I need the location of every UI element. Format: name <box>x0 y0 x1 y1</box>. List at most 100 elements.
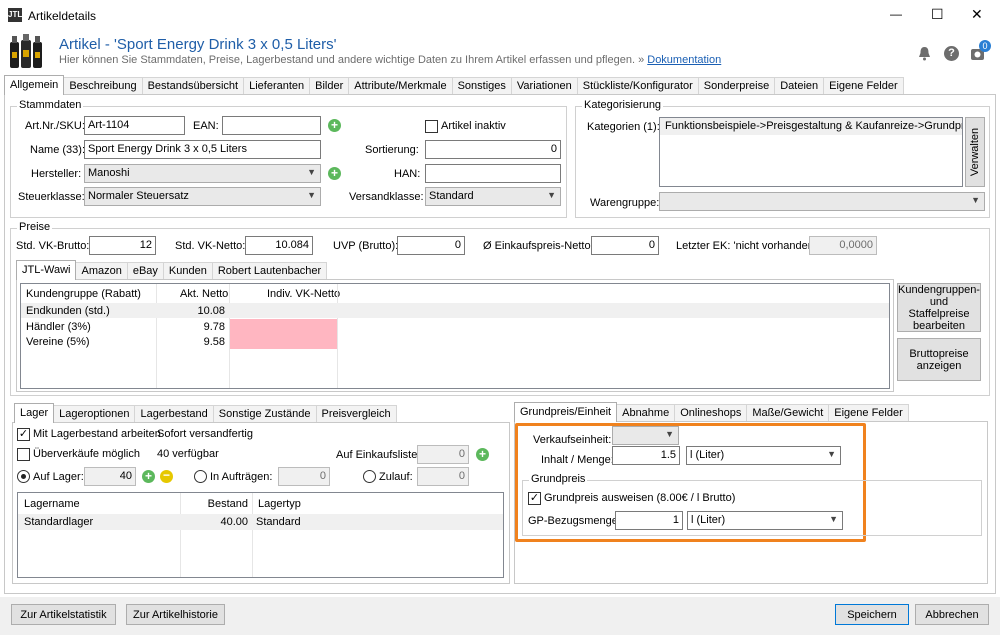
sku-input[interactable]: Art-1104 <box>84 116 185 135</box>
tab-onlineshops[interactable]: Onlineshops <box>674 404 748 422</box>
tab-abnahme[interactable]: Abnahme <box>616 404 676 422</box>
sort-input[interactable]: 0 <box>425 140 561 159</box>
tab-beschreibung[interactable]: Beschreibung <box>63 77 143 95</box>
tab-variationen[interactable]: Variationen <box>510 77 578 95</box>
zulauf-radio[interactable] <box>363 470 376 483</box>
bruttopreise-button[interactable]: Bruttopreise anzeigen <box>897 338 981 381</box>
tab-sonderpreise[interactable]: Sonderpreise <box>697 77 776 95</box>
add-einkaufsliste-icon[interactable]: + <box>476 448 489 461</box>
ean-input[interactable] <box>222 116 321 135</box>
inhalt-input[interactable]: 1.5 <box>612 446 680 465</box>
kategorien-label: Kategorien (1): <box>587 121 660 133</box>
indiv-vk-cell[interactable] <box>230 319 337 334</box>
subtitle-text: Hier können Sie Stammdaten, Preise, Lage… <box>59 54 645 66</box>
vk-netto-input[interactable]: 10.084 <box>245 236 313 255</box>
bezugsmenge-input[interactable]: 1 <box>615 511 683 530</box>
grundpreis-checkbox[interactable]: ✓ <box>528 492 541 505</box>
add-stock-icon[interactable]: + <box>142 470 155 483</box>
documentation-link[interactable]: Dokumentation <box>647 54 721 66</box>
kategorien-list[interactable]: Funktionsbeispiele->Preisgestaltung & Ka… <box>659 117 963 187</box>
maximize-button[interactable]: ☐ <box>931 6 944 23</box>
mit-lager-checkbox[interactable]: ✓ <box>17 428 30 441</box>
grundpreis-label: Grundpreis ausweisen (8.00€ / l Brutto) <box>544 492 736 504</box>
artikelstatistik-button[interactable]: Zur Artikelstatistik <box>11 604 116 625</box>
hersteller-select[interactable]: Manoshi ▼ <box>84 164 321 183</box>
row-group: Vereine (5%) <box>26 336 90 348</box>
tab-lager[interactable]: Lager <box>14 403 55 423</box>
chevron-down-icon: ▼ <box>827 449 836 459</box>
tab-jtl-wawi[interactable]: JTL-Wawi <box>16 260 77 280</box>
tab-bilder[interactable]: Bilder <box>309 77 350 95</box>
lager-tabs: Lager Lageroptionen Lagerbestand Sonstig… <box>14 403 397 423</box>
tab-amazon[interactable]: Amazon <box>75 262 128 280</box>
ueberverkauf-checkbox[interactable] <box>17 448 30 461</box>
col-divider <box>252 493 253 577</box>
row-lagername: Standardlager <box>24 516 94 528</box>
ek-input[interactable]: 0 <box>591 236 659 255</box>
tab-attribute[interactable]: Attribute/Merkmale <box>348 77 453 95</box>
tab-stueckliste[interactable]: Stückliste/Konfigurator <box>576 77 699 95</box>
bezugsmenge-unit-select[interactable]: l (Liter) ▼ <box>687 511 843 530</box>
add-ean-icon[interactable]: + <box>328 119 341 132</box>
tab-eigene-felder[interactable]: Eigene Felder <box>823 77 904 95</box>
steuer-select[interactable]: Normaler Steuersatz ▼ <box>84 187 321 206</box>
sort-label: Sortierung: <box>365 144 419 156</box>
remove-stock-icon[interactable]: − <box>160 469 173 483</box>
name-input[interactable]: Sport Energy Drink 3 x 0,5 Liters <box>84 140 321 159</box>
tab-ebay[interactable]: eBay <box>126 262 164 280</box>
tab-robert-lautenbacher[interactable]: Robert Lautenbacher <box>211 262 328 280</box>
speichern-button[interactable]: Speichern <box>835 604 909 625</box>
tab-lieferanten[interactable]: Lieferanten <box>243 77 311 95</box>
ek-label: Ø Einkaufspreis-Netto: <box>483 240 594 252</box>
vk-brutto-input[interactable]: 12 <box>89 236 156 255</box>
staffelpreise-button[interactable]: Kundengruppen- und Staffelpreise bearbei… <box>897 283 981 332</box>
tab-dateien[interactable]: Dateien <box>774 77 825 95</box>
minimize-button[interactable]: — <box>890 7 902 21</box>
artikelhistorie-button[interactable]: Zur Artikelhistorie <box>126 604 225 625</box>
add-hersteller-icon[interactable]: + <box>328 167 341 180</box>
tab-preisvergleich[interactable]: Preisvergleich <box>315 405 397 423</box>
kundengruppen-table[interactable]: Kundengruppe (Rabatt) Akt. Netto Indiv. … <box>20 283 890 389</box>
uvp-input[interactable]: 0 <box>397 236 465 255</box>
warengruppe-select[interactable]: ▼ <box>659 192 985 211</box>
table-row[interactable] <box>21 303 889 318</box>
help-icon[interactable]: ? <box>944 46 959 61</box>
indiv-vk-cell[interactable] <box>230 334 337 349</box>
versand-select[interactable]: Standard ▼ <box>425 187 561 206</box>
inactive-checkbox[interactable] <box>425 120 438 133</box>
tab-lagerbestand[interactable]: Lagerbestand <box>134 405 214 423</box>
close-button[interactable]: ✕ <box>971 6 983 23</box>
tab-sonstiges[interactable]: Sonstiges <box>451 77 512 95</box>
steuer-value: Normaler Steuersatz <box>88 190 189 202</box>
table-row[interactable] <box>21 319 889 334</box>
verwalten-button[interactable]: Verwalten <box>965 117 985 187</box>
tab-allgemein[interactable]: Allgemein <box>4 75 65 95</box>
versand-value: Standard <box>429 190 474 202</box>
tab-bestandsuebersicht[interactable]: Bestandsübersicht <box>141 77 245 95</box>
kategorie-item[interactable]: Funktionsbeispiele->Preisgestaltung & Ka… <box>660 118 962 135</box>
steuer-label: Steuerklasse: <box>18 191 85 203</box>
in-auftraegen-radio[interactable] <box>194 470 207 483</box>
bell-icon[interactable] <box>917 46 932 61</box>
auf-lager-radio[interactable] <box>17 470 30 483</box>
lager-table[interactable]: Lagername Bestand Lagertyp Standardlager… <box>17 492 504 578</box>
inhalt-unit-select[interactable]: l (Liter) ▼ <box>686 446 841 465</box>
inhalt-unit-value: l (Liter) <box>690 449 725 461</box>
col-akt-netto: Akt. Netto <box>180 288 229 300</box>
notification-badge: 0 <box>979 40 991 52</box>
tab-kunden[interactable]: Kunden <box>162 262 213 280</box>
tab-grundpreis-einheit[interactable]: Grundpreis/Einheit <box>514 402 618 422</box>
chevron-down-icon: ▼ <box>547 190 556 200</box>
tab-masse-gewicht[interactable]: Maße/Gewicht <box>746 404 830 422</box>
tab-sonstige-zustaende[interactable]: Sonstige Zustände <box>212 405 317 423</box>
verkaufseinheit-select[interactable]: ▼ <box>612 426 679 445</box>
han-input[interactable] <box>425 164 561 183</box>
versandstatus-text: Sofort versandfertig <box>157 428 253 440</box>
tab-eigene-felder-gp[interactable]: Eigene Felder <box>828 404 909 422</box>
col-divider <box>337 284 338 388</box>
tab-lageroptionen[interactable]: Lageroptionen <box>53 405 136 423</box>
abbrechen-button[interactable]: Abbrechen <box>915 604 989 625</box>
bezugsmenge-unit-value: l (Liter) <box>691 514 726 526</box>
letzter-ek-label: Letzter EK: 'nicht vorhanden' <box>676 240 816 252</box>
preise-tabs: JTL-Wawi Amazon eBay Kunden Robert Laute… <box>16 260 328 280</box>
